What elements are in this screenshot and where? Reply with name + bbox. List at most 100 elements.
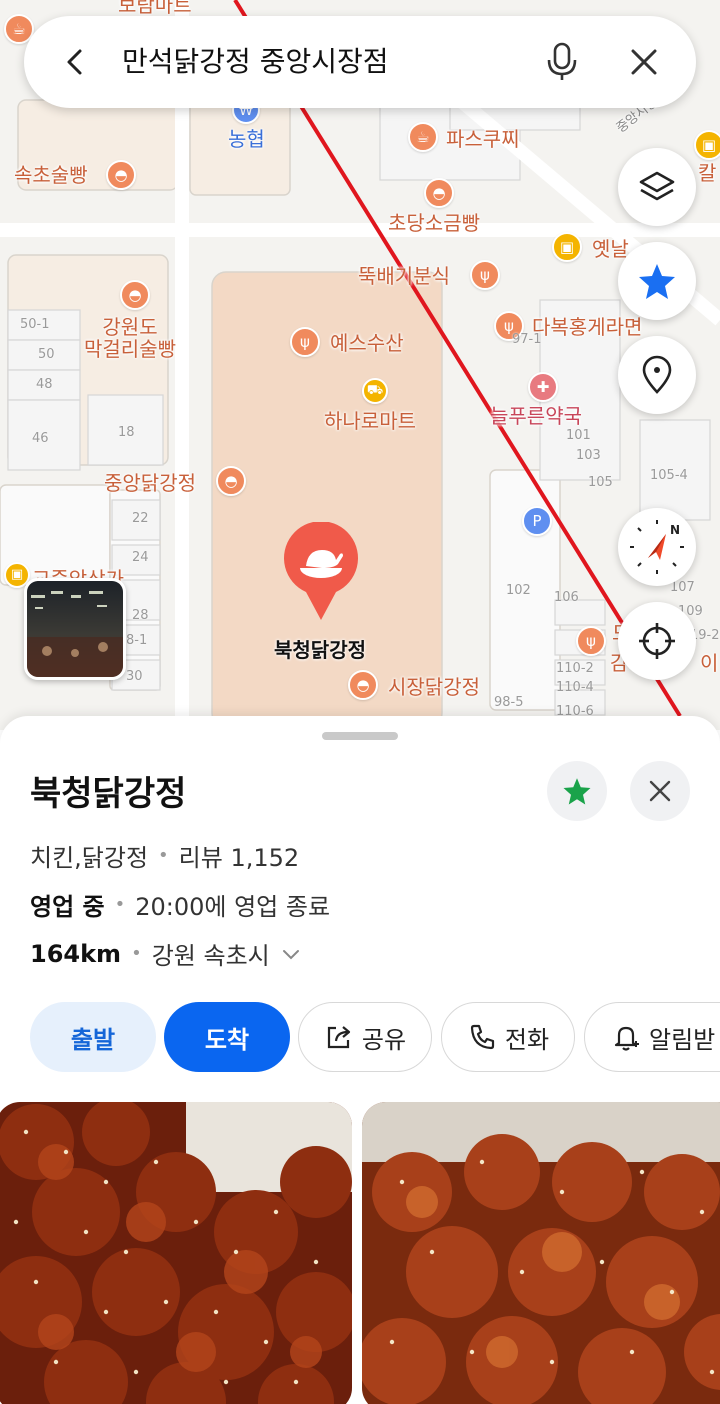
map-label-yetnal[interactable]: 옛날: [592, 238, 629, 260]
street-view-thumbnail[interactable]: [24, 578, 126, 680]
open-status: 영업 중: [30, 893, 105, 921]
call-label: 전화: [504, 1025, 550, 1054]
shop-icon[interactable]: ▣: [552, 232, 582, 262]
location-line[interactable]: 164km • 강원 속초시: [30, 936, 302, 971]
location-pin-icon: [642, 355, 672, 394]
chicken-icon[interactable]: ◓: [348, 670, 378, 700]
parcel-number: 50: [38, 347, 55, 362]
parcel-number: 98-5: [494, 695, 524, 710]
favorite-button[interactable]: [547, 761, 607, 821]
parcel-number: 48: [36, 377, 53, 392]
layers-icon: [639, 171, 675, 201]
chevron-left-icon: [67, 49, 82, 75]
call-button[interactable]: 전화: [441, 1002, 575, 1072]
back-button[interactable]: [48, 34, 104, 90]
share-button[interactable]: 공유: [298, 1002, 432, 1072]
restaurant-icon[interactable]: ψ: [470, 260, 500, 290]
star-icon: [563, 778, 591, 805]
parcel-number: 46: [32, 431, 49, 446]
clear-search-button[interactable]: [616, 34, 672, 90]
map-view[interactable]: ☕ ₩ ◓ ☕ ◓ ▣ ψ ψ ◓ ψ ⛟ ✚ ◓ P ◓ ▣ ▣ ψ 보람마트…: [0, 0, 720, 730]
close-sheet-button[interactable]: [630, 761, 690, 821]
parcel-number: 24: [132, 550, 149, 565]
depart-button[interactable]: 출발: [30, 1002, 156, 1072]
parcel-number: 28: [132, 608, 149, 623]
map-label-gangwondo[interactable]: 강원도 막걸리술빵: [84, 316, 176, 360]
star-icon: [639, 264, 675, 299]
chevron-down-icon: [282, 949, 299, 959]
food-photo-image: [362, 1102, 720, 1404]
parcel-number: 97-1: [512, 332, 542, 347]
business-hours-line[interactable]: 영업 중 • 20:00에 영업 종료: [30, 887, 330, 922]
compass-button[interactable]: N: [618, 508, 696, 586]
shop-icon[interactable]: ▣: [694, 130, 720, 160]
review-count-link[interactable]: 리뷰 1,152: [179, 838, 300, 873]
bakery-icon[interactable]: ◓: [106, 160, 136, 190]
crosshair-icon: [639, 623, 675, 659]
place-meta-line: 치킨,닭강정 • 리뷰 1,152: [30, 838, 299, 873]
parcel-number: 110-2: [556, 661, 594, 676]
separator-dot: •: [131, 943, 142, 964]
distance: 164km: [30, 939, 122, 968]
closing-time: 20:00에 영업 종료: [135, 893, 331, 921]
alert-button[interactable]: 알림받: [584, 1002, 720, 1072]
parcel-number: 107: [670, 580, 695, 595]
region: 강원 속초시: [151, 942, 270, 970]
search-bar[interactable]: 만석닭강정 중앙시장점: [24, 16, 696, 108]
chicken-icon[interactable]: ◓: [216, 466, 246, 496]
parcel-number: 105: [588, 475, 613, 490]
map-layers-button[interactable]: [618, 148, 696, 226]
share-label: 공유: [361, 1025, 407, 1054]
map-label-ij[interactable]: 이: [700, 652, 718, 674]
place-photo[interactable]: [0, 1102, 352, 1404]
selected-place-label[interactable]: 북청닭강정: [250, 634, 390, 663]
map-label-borammart[interactable]: 보람마트: [118, 0, 192, 16]
compass-north-label: N: [670, 523, 680, 537]
map-label-kal[interactable]: 칼: [698, 162, 716, 184]
favorites-button[interactable]: [618, 242, 696, 320]
parcel-number: 30: [126, 669, 143, 684]
map-label-dabok[interactable]: 다복홍게라면: [532, 316, 642, 338]
map-label-hanaro[interactable]: 하나로마트: [324, 410, 416, 432]
compass-icon: N: [630, 520, 684, 574]
map-label-nonghyup[interactable]: 농협: [228, 128, 265, 150]
parcel-number: 50-1: [20, 317, 50, 332]
place-detail-sheet[interactable]: 북청닭강정 치킨,닭강정 • 리뷰 1,152 영업 중 • 20:00에 영업…: [0, 716, 720, 1404]
separator-dot: •: [114, 894, 126, 915]
parcel-number: 101: [566, 428, 591, 443]
share-icon: [327, 1026, 351, 1049]
pharmacy-icon[interactable]: ✚: [528, 372, 558, 402]
map-label-ttukbaegi[interactable]: 뚝배기분식: [358, 265, 450, 287]
sheet-drag-handle[interactable]: [322, 732, 398, 740]
bakery-icon[interactable]: ◓: [424, 178, 454, 208]
separator-dot: •: [158, 845, 169, 866]
microphone-icon: [547, 42, 577, 80]
alert-label: 알림받: [649, 1025, 716, 1054]
search-query[interactable]: 만석닭강정 중앙시장점: [122, 42, 389, 82]
arrive-button[interactable]: 도착: [164, 1002, 290, 1072]
place-photo[interactable]: [362, 1102, 720, 1404]
bakery-icon[interactable]: ◓: [120, 280, 150, 310]
my-places-button[interactable]: [618, 336, 696, 414]
parcel-number: 105-4: [650, 468, 688, 483]
close-icon: [649, 780, 671, 802]
parcel-number: 102: [506, 583, 531, 598]
selected-place-marker[interactable]: [282, 522, 360, 622]
voice-search-button[interactable]: [534, 34, 590, 90]
map-label-pharmacy[interactable]: 늘푸른약국: [490, 405, 582, 427]
map-label-jungang[interactable]: 중앙닭강정: [104, 472, 196, 494]
mart-icon[interactable]: ⛟: [362, 378, 388, 404]
restaurant-icon[interactable]: ψ: [576, 626, 606, 656]
bell-plus-icon: [614, 1026, 639, 1051]
map-label-sijang[interactable]: 시장닭강정: [388, 676, 480, 698]
place-title: 북청닭강정: [30, 774, 187, 814]
my-location-button[interactable]: [618, 602, 696, 680]
map-label-sokcho-bakery[interactable]: 속초술빵: [14, 164, 88, 186]
map-label-pascucci[interactable]: 파스쿠찌: [446, 128, 520, 150]
cafe-icon[interactable]: ☕: [408, 122, 438, 152]
restaurant-icon[interactable]: ψ: [290, 327, 320, 357]
parking-icon[interactable]: P: [522, 506, 552, 536]
map-label-yes-susan[interactable]: 예스수산: [330, 332, 404, 354]
map-label-chodang[interactable]: 초당소금빵: [388, 212, 480, 234]
place-category: 치킨,닭강정: [30, 844, 149, 872]
